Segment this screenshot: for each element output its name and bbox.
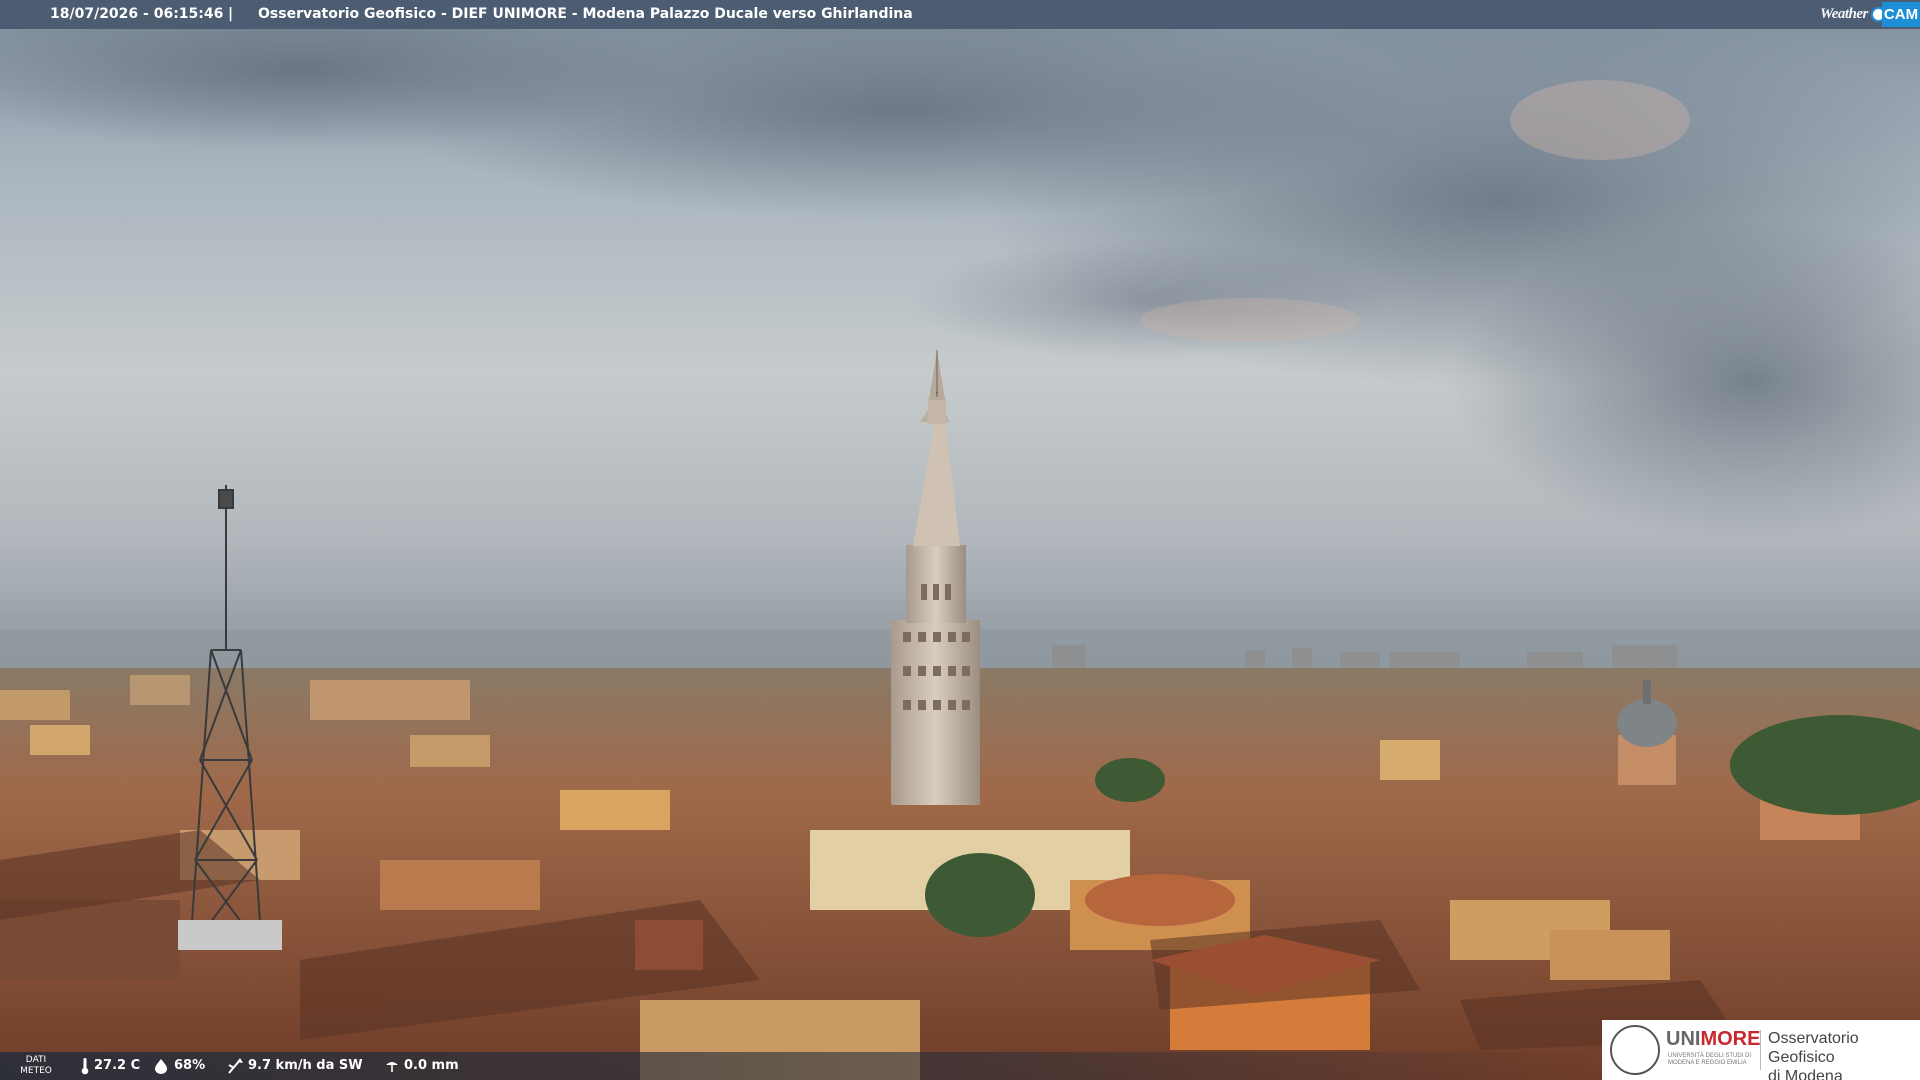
university-seal-icon — [1610, 1025, 1660, 1075]
temperature-reading: 27.2 C — [80, 1052, 140, 1080]
webcam-scene — [0, 0, 1920, 1080]
timestamp: 18/07/2026 - 06:15:46 — [50, 6, 224, 22]
dati-label: DATI — [25, 1055, 47, 1065]
rotunda-roof — [1085, 874, 1235, 926]
camera-title: Osservatorio Geofisico - DIEF UNIMORE - … — [258, 6, 913, 22]
unimore-observatory-logo: UNIMORE UNIVERSITÀ DEGLI STUDI DI MODENA… — [1602, 1020, 1920, 1080]
weathercam-logo: Weather CAM — [1816, 0, 1920, 29]
wind-value: 9.7 km/h da SW — [248, 1058, 363, 1073]
weather-data-bar: DATI METEO 27.2 C 68% 9.7 km/h da SW 0.0… — [0, 1052, 1600, 1080]
humidity-drop-icon — [155, 1058, 167, 1074]
unimore-more: MORE — [1700, 1028, 1761, 1050]
wind-reading: 9.7 km/h da SW — [226, 1052, 363, 1080]
observatory-name: Osservatorio Geofisico di Modena — [1768, 1029, 1920, 1080]
unimore-wordmark: UNIMORE — [1666, 1028, 1760, 1051]
humidity-value: 68% — [174, 1058, 206, 1073]
mast-base-equipment — [178, 920, 282, 950]
university-full-name: UNIVERSITÀ DEGLI STUDI DI MODENA E REGGI… — [1668, 1053, 1752, 1066]
meteo-label: METEO — [20, 1066, 52, 1076]
observatory-line2: di Modena — [1768, 1068, 1843, 1080]
top-info-bar: 18/07/2026 - 06:15:46 | Osservatorio Geo… — [0, 0, 1920, 29]
dati-meteo-label: DATI METEO — [18, 1055, 54, 1077]
separator: | — [228, 6, 234, 22]
weathercam-logo-weather: Weather — [1820, 6, 1868, 22]
logo-divider — [1760, 1030, 1761, 1070]
rain-value: 0.0 mm — [404, 1058, 459, 1073]
rain-reading: 0.0 mm — [384, 1052, 459, 1080]
rain-gauge-icon — [386, 1061, 398, 1072]
temperature-value: 27.2 C — [94, 1058, 141, 1073]
unimore-uni: UNI — [1666, 1028, 1701, 1050]
weathercam-logo-cam: CAM — [1882, 2, 1920, 27]
observatory-line1: Osservatorio Geofisico — [1768, 1030, 1859, 1066]
thermometer-icon — [81, 1057, 89, 1074]
wind-vane-icon — [228, 1057, 243, 1074]
humidity-reading: 68% — [152, 1052, 205, 1080]
